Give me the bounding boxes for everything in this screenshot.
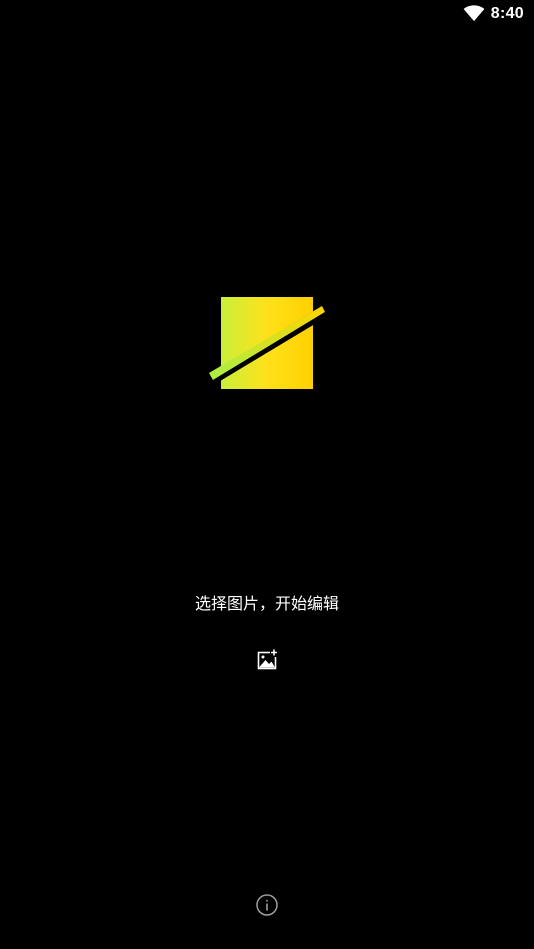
info-icon [256, 894, 278, 916]
wifi-icon [463, 5, 485, 22]
info-button[interactable] [253, 891, 281, 919]
add-image-button[interactable] [253, 644, 283, 674]
app-logo-icon [209, 297, 328, 389]
add-image-icon [257, 649, 278, 670]
status-bar: 8:40 [0, 0, 534, 30]
select-image-prompt: 选择图片，开始编辑 [194, 594, 339, 613]
status-time: 8:40 [490, 5, 524, 22]
